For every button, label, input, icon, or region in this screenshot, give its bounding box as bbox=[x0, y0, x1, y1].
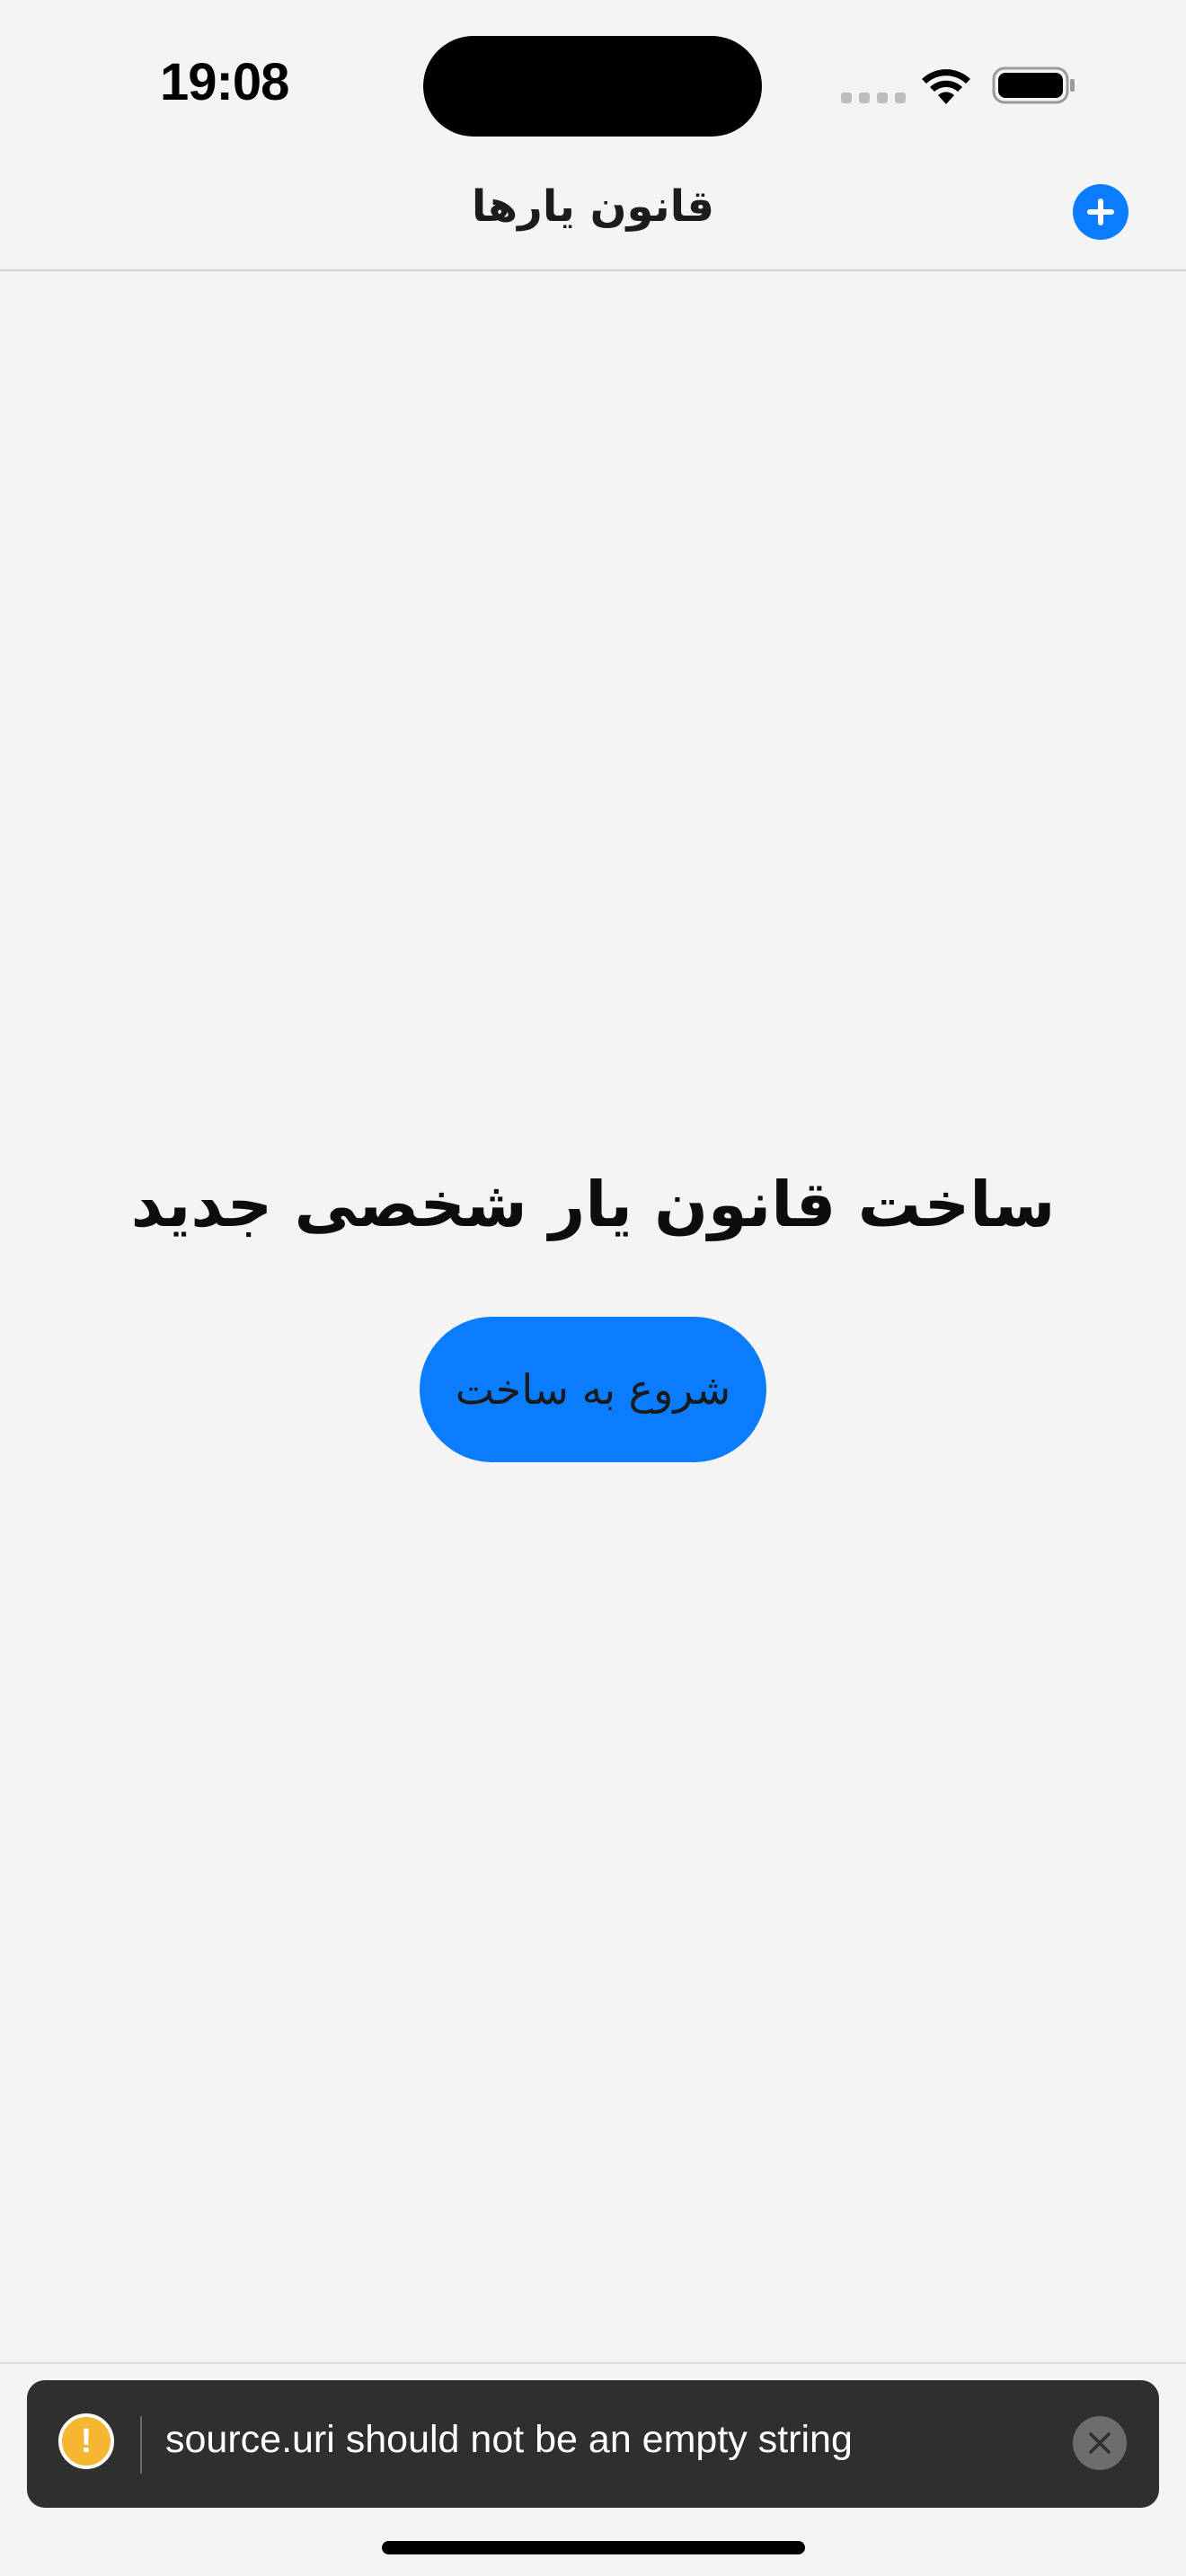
start-creating-button[interactable]: شروع به ساخت bbox=[420, 1317, 766, 1462]
empty-state-title: ساخت قانون یار شخصی جدید bbox=[130, 1168, 1056, 1241]
bottom-divider bbox=[0, 2362, 1186, 2364]
dynamic-island bbox=[423, 36, 762, 137]
warning-icon: ! bbox=[58, 2413, 114, 2469]
status-time: 19:08 bbox=[160, 53, 289, 111]
warning-toast[interactable]: ! source.uri should not be an empty stri… bbox=[27, 2380, 1159, 2508]
battery-icon bbox=[992, 66, 1075, 104]
nav-header: قانون یارها bbox=[0, 162, 1186, 271]
toast-divider bbox=[140, 2416, 142, 2474]
page-title: قانون یارها bbox=[471, 181, 715, 232]
signal-dots-icon bbox=[841, 93, 906, 103]
toast-message: source.uri should not be an empty string bbox=[165, 2418, 853, 2461]
wifi-icon bbox=[922, 69, 970, 104]
add-button[interactable] bbox=[1073, 184, 1128, 240]
home-indicator bbox=[382, 2541, 805, 2554]
close-icon bbox=[1089, 2432, 1111, 2454]
status-bar: 19:08 bbox=[0, 0, 1186, 162]
close-button[interactable] bbox=[1073, 2416, 1127, 2470]
